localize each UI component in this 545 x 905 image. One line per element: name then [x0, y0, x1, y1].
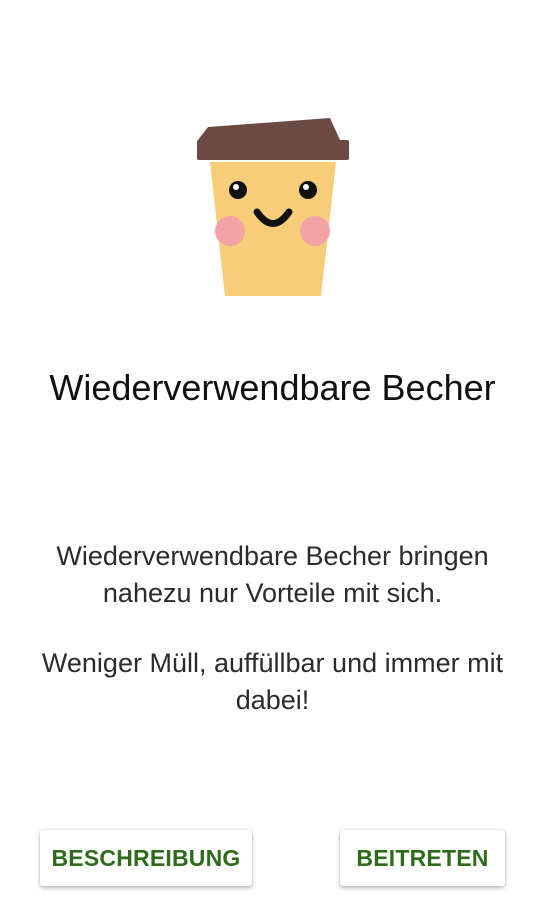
cup-lid-rim: [197, 140, 349, 160]
description-paragraph-1: Wiederverwendbare Becher bringen nahezu …: [56, 541, 489, 608]
coffee-cup-illustration: [190, 110, 355, 305]
left-cheek: [215, 216, 245, 246]
description-button[interactable]: BESCHREIBUNG: [40, 830, 252, 886]
right-cheek: [300, 216, 330, 246]
description-paragraph-2: Weniger Müll, auffüllbar und immer mit d…: [41, 648, 504, 715]
coffee-cup-face-icon: [197, 118, 349, 296]
cup-lid-top: [198, 118, 340, 140]
join-button[interactable]: BEITRETEN: [340, 830, 505, 886]
description-text: Wiederverwendbare Becher bringen nahezu …: [40, 538, 505, 719]
left-eye: [229, 181, 247, 199]
right-eye: [299, 181, 317, 199]
page-title: Wiederverwendbare Becher: [49, 367, 496, 408]
